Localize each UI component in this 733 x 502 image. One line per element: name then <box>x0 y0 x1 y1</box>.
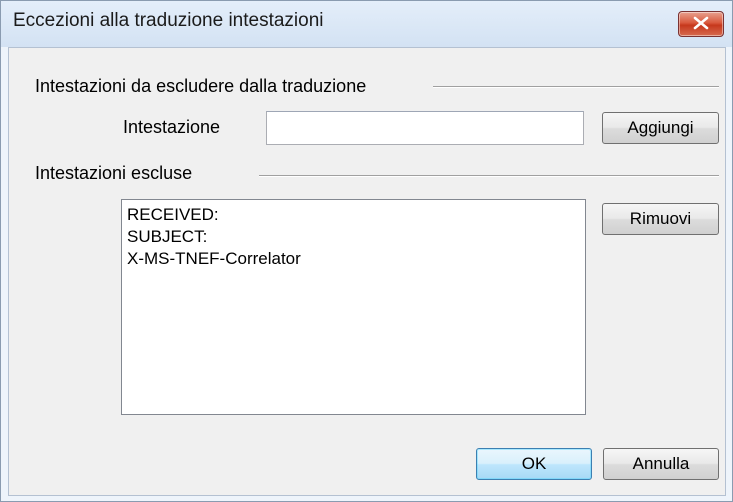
excluded-group-label: Intestazioni escluse <box>35 163 199 184</box>
header-input[interactable] <box>266 111 584 145</box>
close-button[interactable] <box>678 11 724 37</box>
close-icon <box>693 16 709 30</box>
dialog-body: Intestazioni da escludere dalla traduzio… <box>8 47 726 496</box>
group-divider <box>433 86 719 88</box>
group-divider <box>259 175 719 177</box>
list-item[interactable]: RECEIVED: <box>127 204 580 226</box>
dialog-window: Eccezioni alla traduzione intestazioni I… <box>0 0 733 502</box>
window-title: Eccezioni alla traduzione intestazioni <box>13 10 324 31</box>
list-item[interactable]: SUBJECT: <box>127 226 580 248</box>
ok-button[interactable]: OK <box>476 448 592 480</box>
list-item[interactable]: X-MS-TNEF-Correlator <box>127 248 580 270</box>
header-field-label: Intestazione <box>123 117 221 137</box>
title-bar[interactable]: Eccezioni alla traduzione intestazioni <box>1 1 732 47</box>
add-button[interactable]: Aggiungi <box>602 112 719 144</box>
remove-button[interactable]: Rimuovi <box>602 203 719 235</box>
exclude-group-label: Intestazioni da escludere dalla traduzio… <box>35 76 373 97</box>
cancel-button[interactable]: Annulla <box>603 448 719 480</box>
excluded-headers-list[interactable]: RECEIVED: SUBJECT: X-MS-TNEF-Correlator <box>121 199 586 415</box>
